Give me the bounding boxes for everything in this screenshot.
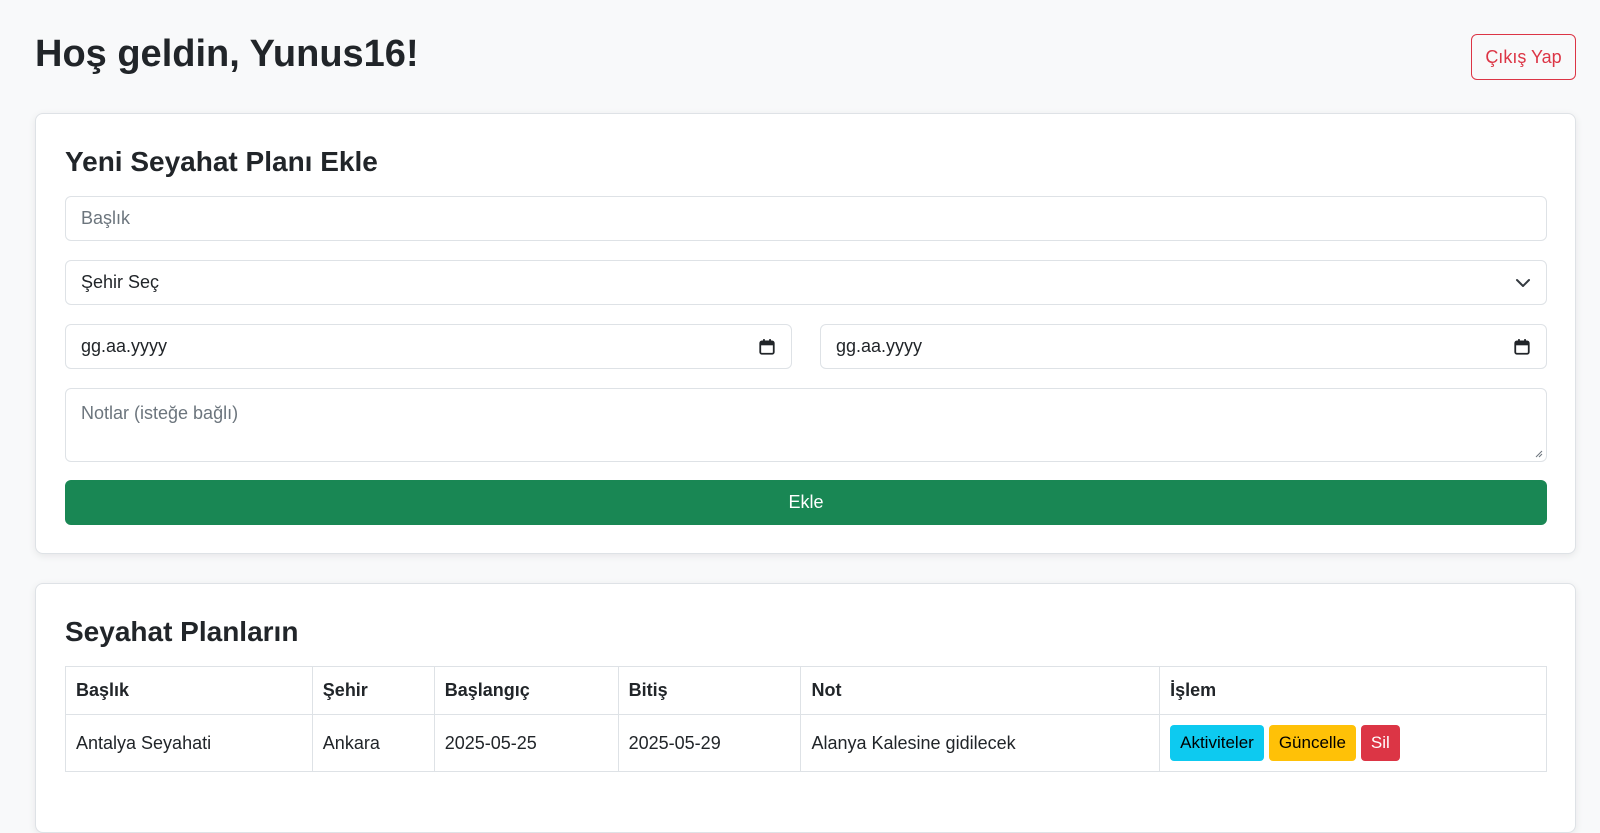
calendar-icon[interactable]: [1513, 338, 1531, 356]
row-actions: Aktiviteler Güncelle Sil: [1170, 715, 1536, 771]
column-header-note: Not: [800, 666, 1161, 715]
start-date-input[interactable]: gg.aa.yyyy: [65, 324, 792, 369]
plans-card: Seyahat Planların Başlık Şehir Başlangıç…: [35, 583, 1576, 833]
notes-textarea[interactable]: Notlar (isteğe bağlı): [65, 388, 1547, 462]
plans-table: Başlık Şehir Başlangıç Bitiş Not İşlem A…: [65, 666, 1547, 772]
title-input[interactable]: Başlık: [65, 196, 1547, 241]
cell-city: Ankara: [311, 714, 435, 772]
delete-button[interactable]: Sil: [1360, 725, 1400, 761]
cell-end: 2025-05-29: [617, 714, 802, 772]
resize-handle-icon[interactable]: [1533, 448, 1543, 458]
logout-button[interactable]: Çıkış Yap: [1471, 34, 1576, 80]
column-header-end: Bitiş: [617, 666, 802, 715]
add-plan-title: Yeni Seyahat Planı Ekle: [65, 146, 378, 177]
add-plan-button[interactable]: Ekle: [65, 480, 1547, 525]
column-header-start: Başlangıç: [433, 666, 619, 715]
cell-actions: Aktiviteler Güncelle Sil: [1159, 714, 1547, 772]
notes-placeholder: Notlar (isteğe bağlı): [81, 403, 239, 423]
page: Hoş geldin, Yunus16! Çıkış Yap Yeni Seya…: [0, 0, 1600, 833]
column-header-city: Şehir: [311, 666, 435, 715]
table-row: Antalya Seyahati Ankara 2025-05-25 2025-…: [65, 714, 1547, 772]
cell-title: Antalya Seyahati: [65, 714, 313, 772]
start-date-placeholder: gg.aa.yyyy: [81, 336, 168, 356]
title-input-placeholder: Başlık: [81, 208, 131, 228]
update-button[interactable]: Güncelle: [1268, 725, 1356, 761]
table-header-row: Başlık Şehir Başlangıç Bitiş Not İşlem: [65, 666, 1547, 715]
column-header-title: Başlık: [65, 666, 313, 715]
end-date-input[interactable]: gg.aa.yyyy: [820, 324, 1547, 369]
city-select-value: Şehir Seç: [81, 272, 160, 292]
end-date-placeholder: gg.aa.yyyy: [836, 336, 923, 356]
calendar-icon[interactable]: [758, 338, 776, 356]
column-header-actions: İşlem: [1159, 666, 1547, 715]
page-title: Hoş geldin, Yunus16!: [35, 33, 419, 75]
plans-title: Seyahat Planların: [65, 616, 299, 647]
cell-start: 2025-05-25: [433, 714, 619, 772]
add-plan-card: Yeni Seyahat Planı Ekle Başlık Şehir Seç…: [35, 113, 1576, 554]
chevron-down-icon: [1516, 278, 1530, 287]
activities-button[interactable]: Aktiviteler: [1170, 725, 1264, 761]
cell-note: Alanya Kalesine gidilecek: [800, 714, 1161, 772]
city-select[interactable]: Şehir Seç: [65, 260, 1547, 305]
